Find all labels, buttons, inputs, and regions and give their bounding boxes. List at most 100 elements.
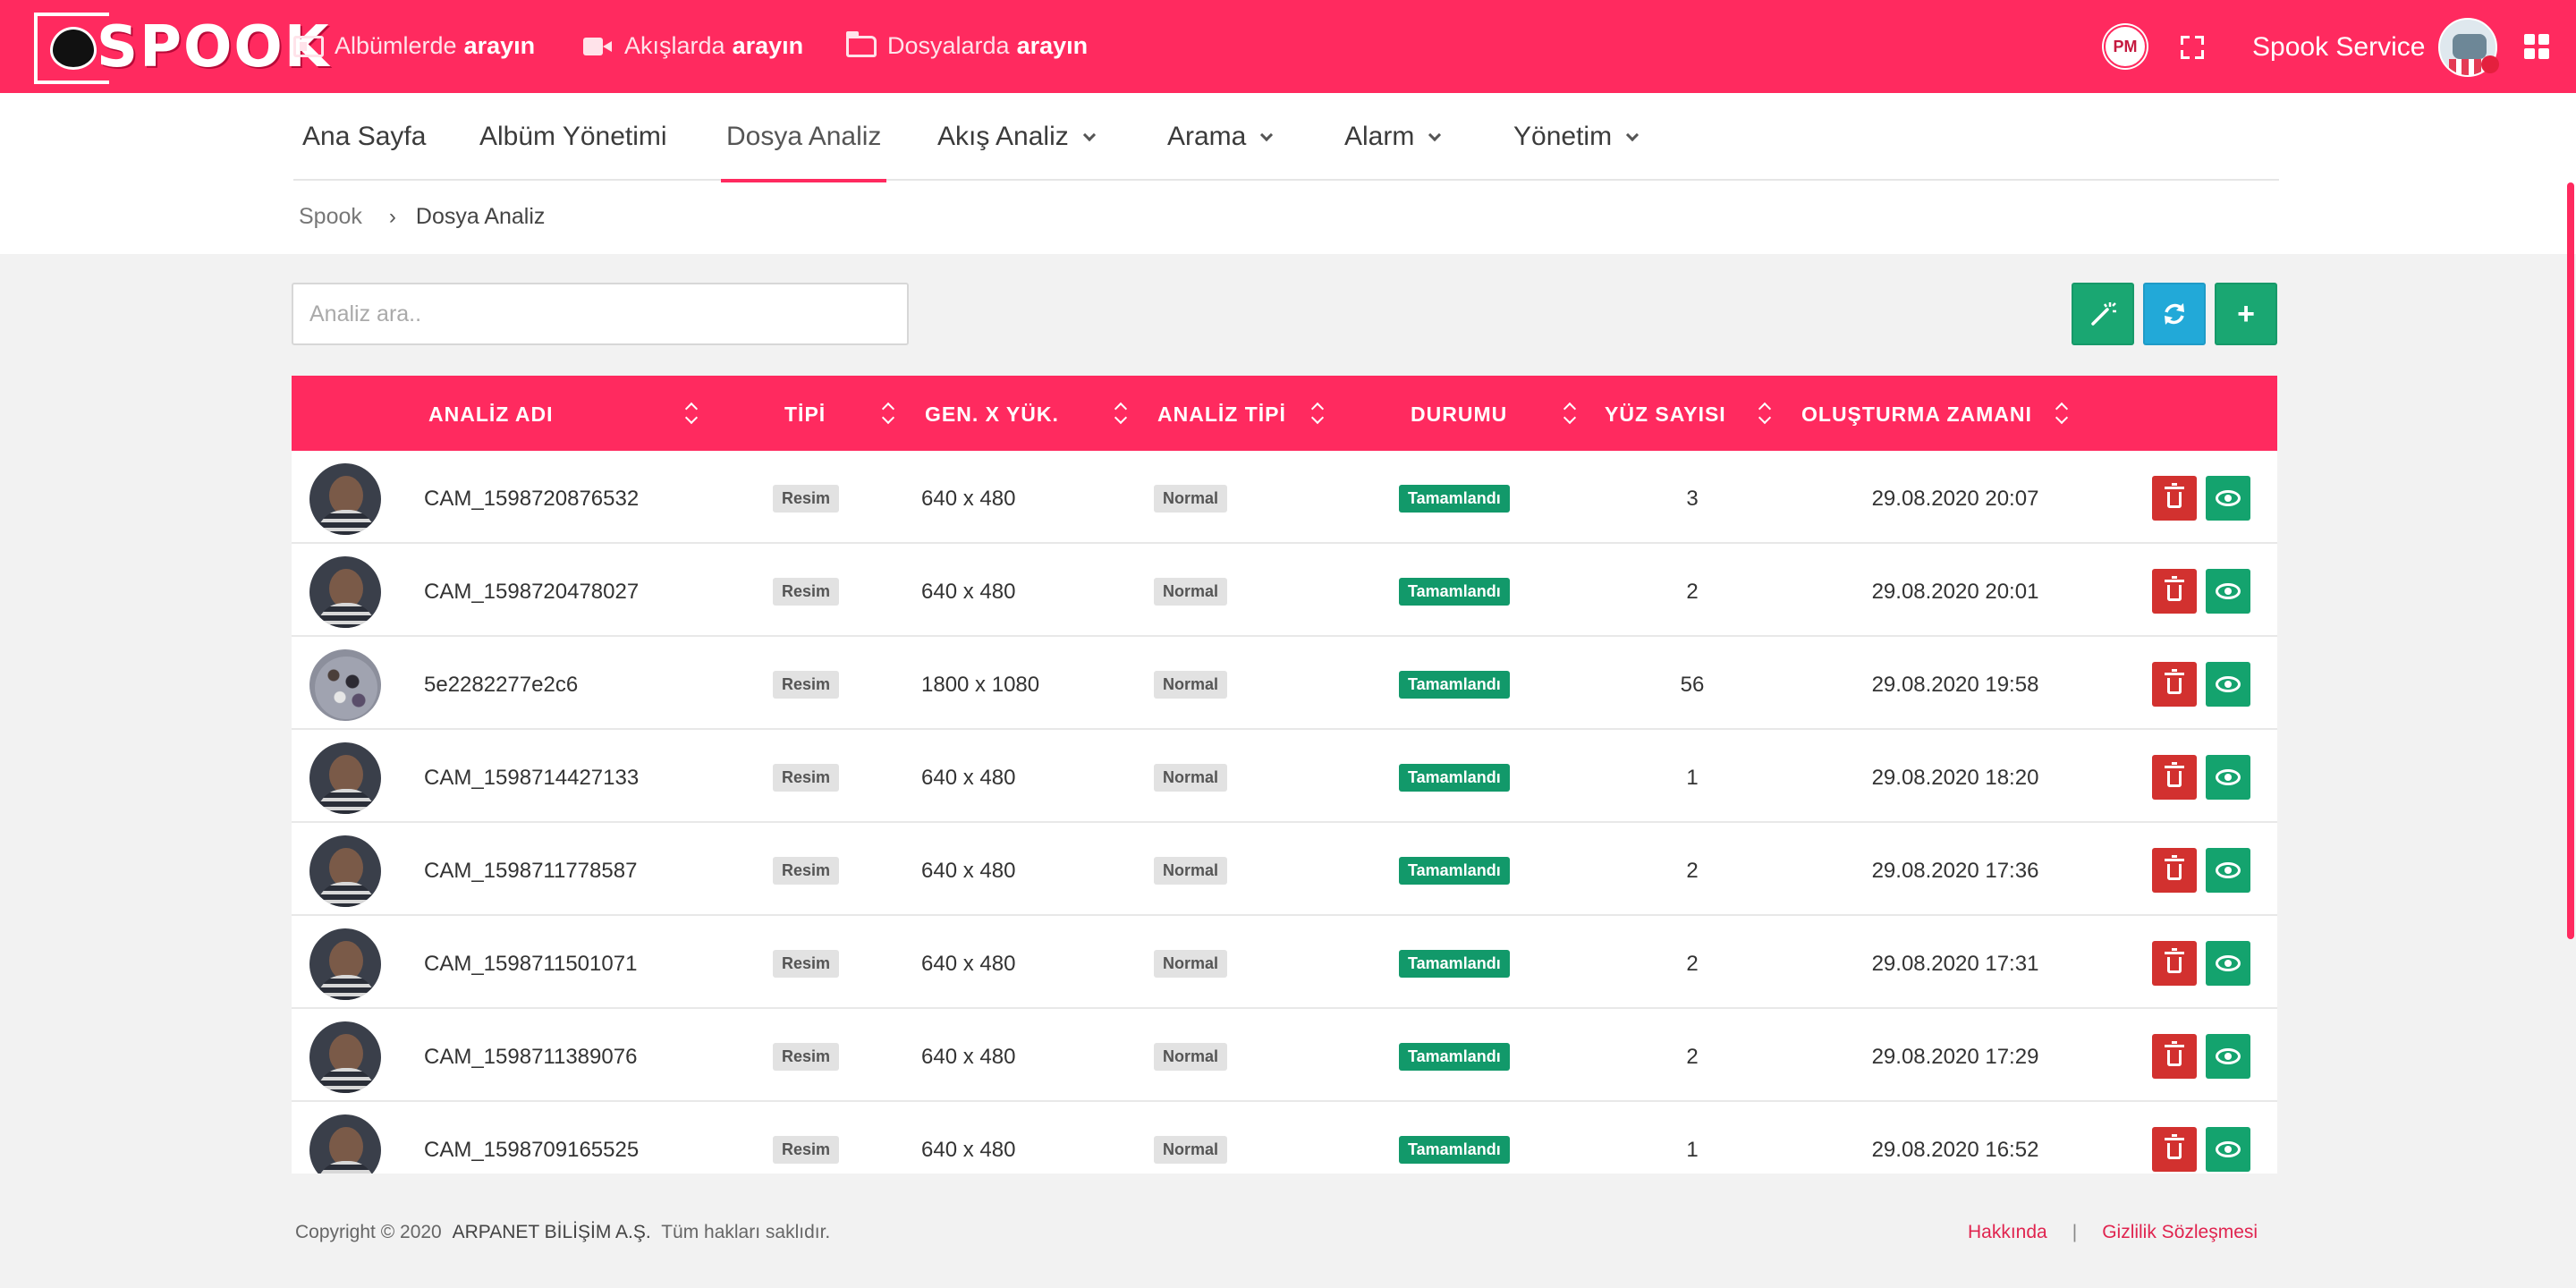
table-row[interactable]: CAM_1598711778587 Resim 640 x 480 Normal… bbox=[292, 823, 2277, 916]
type-badge: Resim bbox=[773, 671, 840, 699]
sort-icon[interactable] bbox=[1563, 402, 1576, 426]
col-name[interactable]: ANALİZ ADI bbox=[428, 402, 553, 427]
sort-icon[interactable] bbox=[1758, 402, 1771, 426]
nav-item-stream-analysis[interactable]: Akış Analiz bbox=[937, 122, 1096, 181]
analysis-type-badge: Normal bbox=[1154, 950, 1228, 978]
type-badge: Resim bbox=[773, 485, 840, 513]
analysis-name: CAM_1598709165525 bbox=[424, 1138, 640, 1162]
search-albums-link[interactable]: Albümlerde arayın bbox=[293, 32, 535, 60]
table-row[interactable]: CAM_1598720876532 Resim 640 x 480 Normal… bbox=[292, 451, 2277, 544]
delete-button[interactable] bbox=[2152, 755, 2197, 800]
view-button[interactable] bbox=[2206, 1127, 2250, 1172]
search-albums-prefix: Albümlerde bbox=[335, 32, 457, 59]
copyright-text: Copyright © 2020 bbox=[295, 1222, 442, 1242]
delete-button[interactable] bbox=[2152, 662, 2197, 707]
delete-button[interactable] bbox=[2152, 476, 2197, 521]
spook-logo[interactable]: SPOOK bbox=[34, 13, 328, 84]
eye-icon bbox=[2216, 1141, 2241, 1157]
user-name[interactable]: Spook Service bbox=[2252, 32, 2425, 63]
dimensions: 640 x 480 bbox=[921, 580, 1016, 604]
nav-item-home[interactable]: Ana Sayfa bbox=[302, 122, 426, 181]
trash-icon bbox=[2165, 576, 2184, 601]
video-camera-icon bbox=[583, 36, 614, 57]
privacy-link[interactable]: Gizlilik Sözleşmesi bbox=[2102, 1222, 2258, 1243]
face-count: 1 bbox=[1686, 1138, 1699, 1162]
delete-button[interactable] bbox=[2152, 848, 2197, 893]
sort-icon[interactable] bbox=[685, 402, 698, 426]
col-dims[interactable]: GEN. X YÜK. bbox=[925, 402, 1059, 427]
nav-label: Albüm Yönetimi bbox=[479, 122, 667, 151]
page-scrollbar[interactable] bbox=[2567, 182, 2574, 939]
col-analysis-type[interactable]: ANALİZ TİPİ bbox=[1157, 402, 1286, 427]
table-row[interactable]: CAM_1598711501071 Resim 640 x 480 Normal… bbox=[292, 916, 2277, 1009]
nav-item-file-analysis[interactable]: Dosya Analiz bbox=[720, 122, 887, 182]
table-row[interactable]: CAM_1598720478027 Resim 640 x 480 Normal… bbox=[292, 544, 2277, 637]
delete-button[interactable] bbox=[2152, 941, 2197, 986]
chevron-down-icon bbox=[1428, 128, 1442, 142]
analysis-thumbnail bbox=[309, 1021, 381, 1093]
analysis-thumbnail bbox=[309, 742, 381, 814]
face-count: 2 bbox=[1686, 859, 1699, 883]
view-button[interactable] bbox=[2206, 1034, 2250, 1079]
view-button[interactable] bbox=[2206, 941, 2250, 986]
sort-icon[interactable] bbox=[1114, 402, 1127, 426]
chevron-down-icon bbox=[1625, 128, 1640, 142]
table-row[interactable]: 5e2282277e2c6 Resim 1800 x 1080 Normal T… bbox=[292, 637, 2277, 730]
apps-grid-icon[interactable] bbox=[2524, 34, 2549, 59]
face-count: 2 bbox=[1686, 952, 1699, 976]
search-streams-link[interactable]: Akışlarda arayın bbox=[583, 32, 803, 60]
view-button[interactable] bbox=[2206, 569, 2250, 614]
view-button[interactable] bbox=[2206, 848, 2250, 893]
dimensions: 640 x 480 bbox=[921, 859, 1016, 883]
search-streams-bold: arayın bbox=[732, 32, 804, 59]
eye-icon bbox=[2216, 769, 2241, 785]
col-created[interactable]: OLUŞTURMA ZAMANI bbox=[1801, 402, 2032, 427]
status-badge: Tamamlandı bbox=[1399, 485, 1510, 513]
analysis-search-input[interactable] bbox=[292, 283, 909, 345]
nav-item-management[interactable]: Yönetim bbox=[1513, 122, 1640, 181]
search-files-link[interactable]: Dosyalarda arayın bbox=[846, 30, 1088, 60]
table-row[interactable]: CAM_1598711389076 Resim 640 x 480 Normal… bbox=[292, 1009, 2277, 1102]
status-badge: Tamamlandı bbox=[1399, 764, 1510, 792]
view-button[interactable] bbox=[2206, 476, 2250, 521]
about-link[interactable]: Hakkında bbox=[1968, 1222, 2047, 1243]
status-badge: Tamamlandı bbox=[1399, 1043, 1510, 1071]
company-name: ARPANET BİLİŞİM A.Ş. bbox=[452, 1222, 651, 1242]
search-streams-prefix: Akışlarda bbox=[624, 32, 725, 59]
analysis-name: CAM_1598711778587 bbox=[424, 859, 638, 883]
delete-button[interactable] bbox=[2152, 1034, 2197, 1079]
delete-button[interactable] bbox=[2152, 569, 2197, 614]
breadcrumb-root[interactable]: Spook bbox=[299, 204, 362, 230]
refresh-button[interactable] bbox=[2143, 283, 2206, 345]
analysis-type-badge: Normal bbox=[1154, 857, 1228, 885]
view-button[interactable] bbox=[2206, 755, 2250, 800]
dimensions: 640 x 480 bbox=[921, 487, 1016, 511]
face-count: 2 bbox=[1686, 1045, 1699, 1069]
nav-item-album-management[interactable]: Albüm Yönetimi bbox=[479, 122, 667, 181]
fullscreen-icon[interactable] bbox=[2181, 36, 2204, 59]
nav-item-search[interactable]: Arama bbox=[1167, 122, 1274, 181]
nav-label: Yönetim bbox=[1513, 122, 1613, 151]
breadcrumb-separator: › bbox=[388, 204, 396, 229]
sort-icon[interactable] bbox=[2055, 402, 2068, 426]
magic-wand-button[interactable] bbox=[2072, 283, 2134, 345]
view-button[interactable] bbox=[2206, 662, 2250, 707]
nav-label: Arama bbox=[1167, 122, 1247, 151]
created-at: 29.08.2020 20:01 bbox=[1871, 580, 2039, 604]
col-type[interactable]: TİPİ bbox=[784, 402, 826, 427]
sort-icon[interactable] bbox=[882, 402, 894, 426]
sort-icon[interactable] bbox=[1311, 402, 1324, 426]
type-badge: Resim bbox=[773, 1136, 840, 1164]
footer-links: Hakkında | Gizlilik Sözleşmesi bbox=[1968, 1222, 2258, 1243]
trash-icon bbox=[2165, 762, 2184, 787]
eye-icon bbox=[2216, 676, 2241, 692]
table-row[interactable]: CAM_1598709165525 Resim 640 x 480 Normal… bbox=[292, 1102, 2277, 1174]
col-status[interactable]: DURUMU bbox=[1411, 402, 1507, 427]
col-face-count[interactable]: YÜZ SAYISI bbox=[1605, 402, 1726, 427]
nav-item-alarm[interactable]: Alarm bbox=[1344, 122, 1442, 181]
pm-badge[interactable]: PM bbox=[2104, 25, 2147, 68]
delete-button[interactable] bbox=[2152, 1127, 2197, 1172]
table-row[interactable]: CAM_1598714427133 Resim 640 x 480 Normal… bbox=[292, 730, 2277, 823]
trash-icon bbox=[2165, 948, 2184, 973]
add-button[interactable]: + bbox=[2215, 283, 2277, 345]
